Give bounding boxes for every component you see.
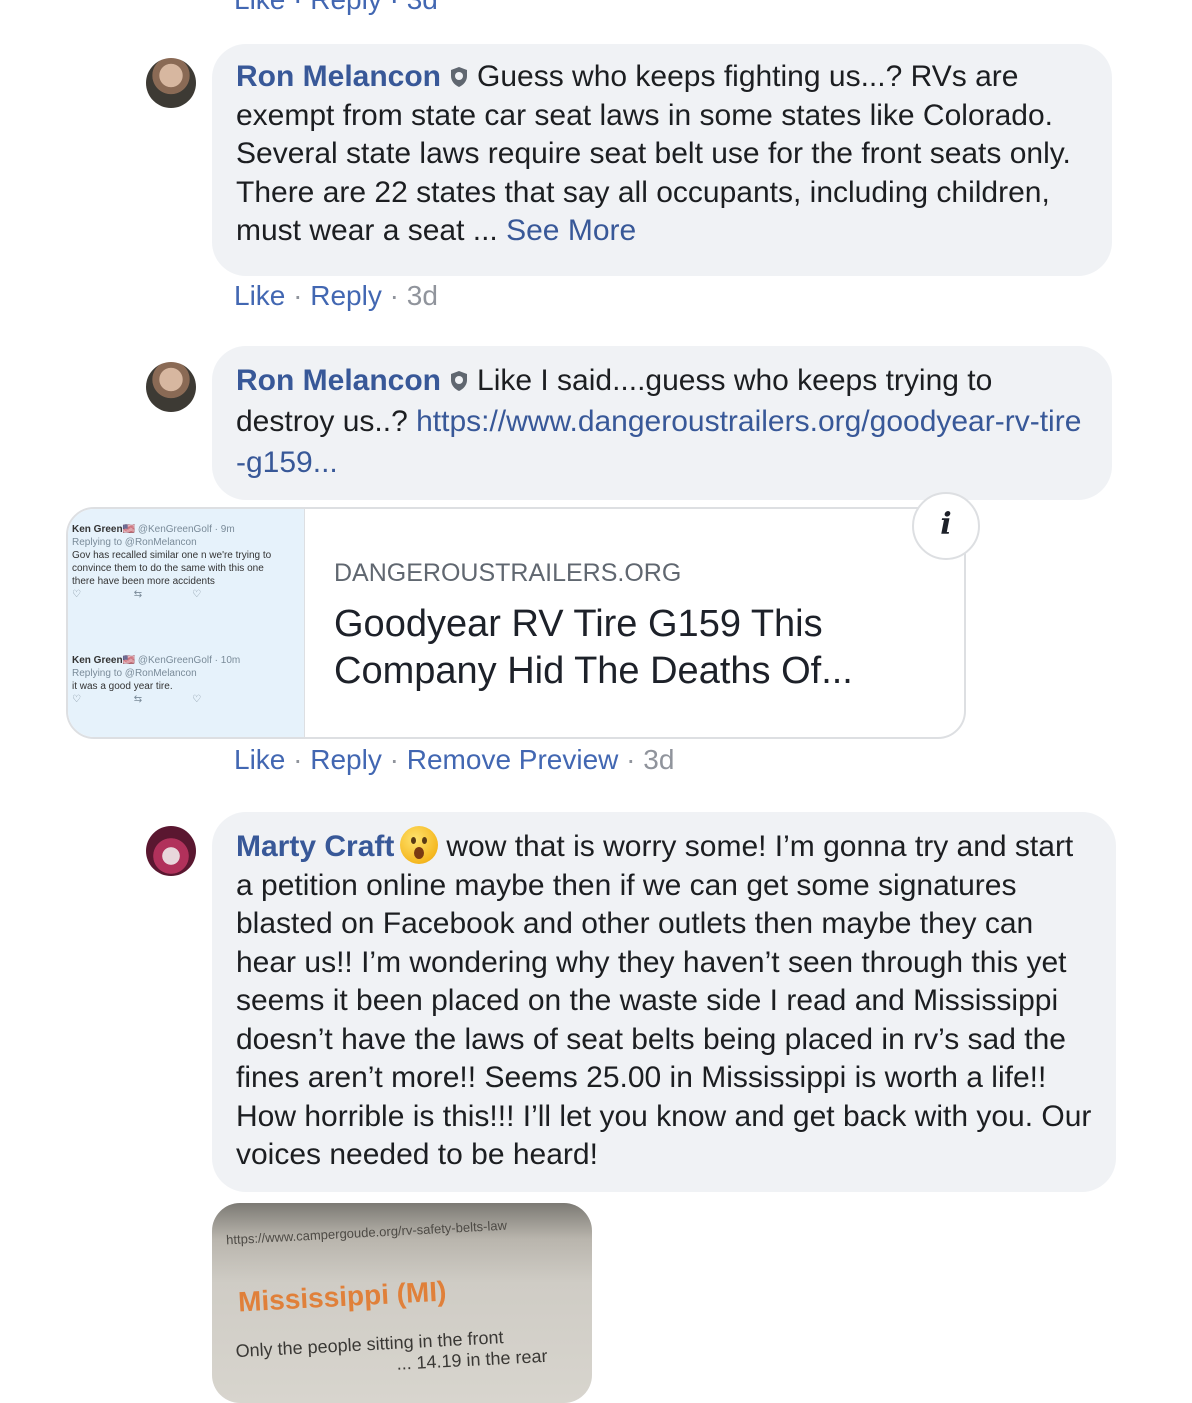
see-more-link[interactable]: See More xyxy=(506,214,636,247)
preview-title[interactable]: Goodyear RV Tire G159 This Company Hid T… xyxy=(334,601,934,695)
photo-url-text: https://www.campergoude.org/rv-safety-be… xyxy=(225,1217,508,1248)
avatar[interactable] xyxy=(146,362,196,412)
comment-author[interactable]: Ron Melancon xyxy=(236,364,441,397)
link-preview-card[interactable]: Ken Green🇺🇸 @KenGreenGolf · 9m Replying … xyxy=(66,507,966,739)
remove-preview-button[interactable]: Remove Preview xyxy=(407,744,619,775)
astonished-emoji-icon xyxy=(400,826,439,864)
comment-actions: Like · Reply · Remove Preview · 3d xyxy=(234,744,675,775)
shield-icon xyxy=(451,67,468,87)
photo-text: Only the people sitting in the front... … xyxy=(235,1327,548,1374)
thumb-tweet-1: Ken Green🇺🇸 @KenGreenGolf · 9m Replying … xyxy=(72,524,272,600)
previous-comment-actions[interactable]: Like · Reply · 3d xyxy=(234,0,438,16)
comment-actions: Like · Reply · 3d xyxy=(234,280,438,311)
photo-title: Mississippi (MI) xyxy=(237,1275,448,1318)
preview-thumbnail: Ken Green🇺🇸 @KenGreenGolf · 9m Replying … xyxy=(68,509,305,737)
avatar[interactable] xyxy=(146,58,196,108)
comment-photo[interactable]: https://www.campergoude.org/rv-safety-be… xyxy=(212,1203,592,1403)
reply-button[interactable]: Reply xyxy=(310,280,382,311)
comment-time[interactable]: 3d xyxy=(407,280,438,311)
comment-bubble: Ron Melancon Like I said....guess who kee… xyxy=(212,346,1112,500)
shield-icon xyxy=(451,371,468,391)
like-button[interactable]: Like xyxy=(234,744,285,775)
reply-button[interactable]: Reply xyxy=(310,744,382,775)
like-button[interactable]: Like xyxy=(234,280,285,311)
info-icon[interactable]: i xyxy=(912,492,980,560)
thumb-tweet-2: Ken Green🇺🇸 @KenGreenGolf · 10m Replying… xyxy=(72,655,241,705)
comment-bubble: Ron Melancon Guess who keeps fighting us.… xyxy=(212,44,1112,276)
comment-author[interactable]: Marty Craft xyxy=(236,830,394,863)
comment-bubble: Marty Craft wow that is worry some! I’m g… xyxy=(212,812,1116,1192)
comment-time[interactable]: 3d xyxy=(643,744,674,775)
comment-author[interactable]: Ron Melancon xyxy=(236,60,441,93)
comment-text: wow that is worry some! I’m gonna try an… xyxy=(236,830,1092,1171)
preview-domain: DANGEROUSTRAILERS.ORG xyxy=(334,559,682,587)
avatar[interactable] xyxy=(146,826,196,876)
